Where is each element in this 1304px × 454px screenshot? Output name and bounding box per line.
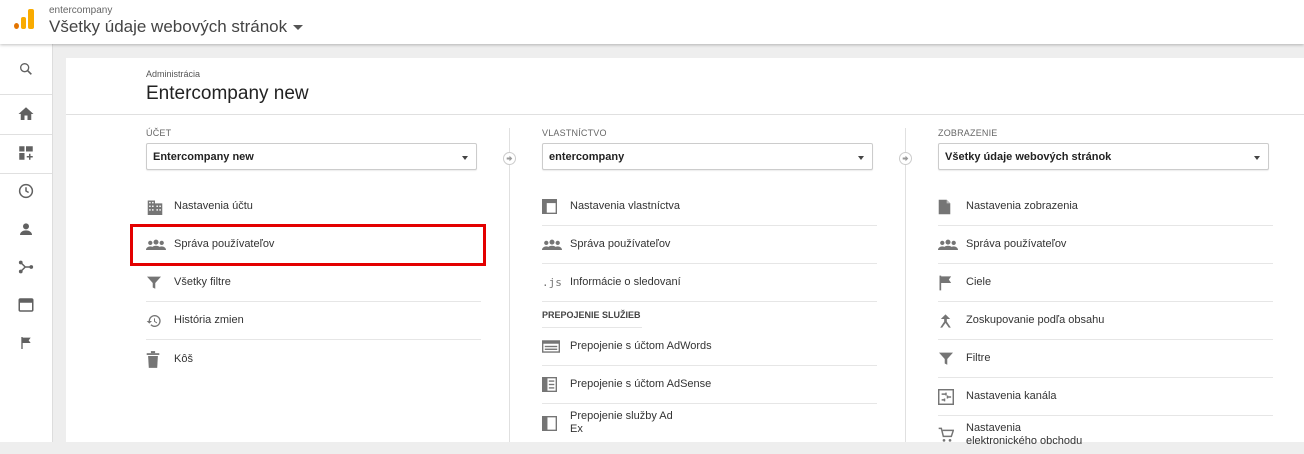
js-icon: .js (542, 276, 562, 289)
column-divider (905, 128, 906, 442)
account-select-value: Entercompany new (153, 151, 254, 163)
left-nav-rail (0, 44, 53, 442)
view-select[interactable]: Všetky údaje webových stránok (938, 143, 1269, 170)
goals-link[interactable]: Ciele (938, 264, 1273, 302)
view-selector[interactable]: Všetky údaje webových stránok (49, 17, 304, 37)
property-user-management-link[interactable]: Správa používateľov (542, 226, 877, 264)
property-column-label: VLASTNÍCTVO (542, 128, 607, 138)
goal-flag-icon (938, 275, 966, 291)
ecommerce-settings-label: Nastavenia elektronického obchodu (966, 422, 1083, 447)
view-settings-link[interactable]: Nastavenia zobrazenia (938, 188, 1273, 226)
chevron-down-icon (1254, 156, 1260, 160)
adsense-label: Prepojenie s účtom AdSense (570, 378, 712, 390)
content-grouping-icon (938, 313, 966, 329)
adwords-link[interactable]: Prepojenie s účtom AdWords (542, 328, 877, 366)
property-settings-icon (542, 199, 570, 214)
adsense-link[interactable]: Prepojenie s účtom AdSense (542, 366, 877, 404)
view-column-label: ZOBRAZENIE (938, 128, 998, 138)
account-column-label: ÚČET (146, 128, 172, 138)
ecommerce-settings-link[interactable]: Nastavenia elektronického obchodu (938, 416, 1273, 454)
search-icon[interactable] (0, 50, 52, 88)
account-settings-label: Nastavenia účtu (174, 200, 253, 212)
channel-settings-link[interactable]: Nastavenia kanála (938, 378, 1273, 416)
behavior-icon[interactable] (0, 286, 52, 324)
channel-settings-label: Nastavenia kanála (966, 390, 1057, 402)
account-select[interactable]: Entercompany new (146, 143, 477, 170)
property-user-management-label: Správa používateľov (570, 238, 671, 250)
cart-icon (938, 427, 966, 443)
trash-label: Kôš (174, 352, 193, 365)
property-column: VLASTNÍCTVO entercompany Nastavenia vlas… (542, 128, 882, 442)
adwords-icon (542, 340, 570, 353)
content-grouping-link[interactable]: Zoskupovanie podľa obsahu (938, 302, 1273, 340)
users-icon (938, 239, 966, 251)
tracking-info-link[interactable]: .js Informácie o sledovaní (542, 264, 877, 302)
tracking-info-label: Informácie o sledovaní (570, 276, 681, 288)
audience-person-icon[interactable] (0, 210, 52, 248)
account-settings-link[interactable]: Nastavenia účtu (146, 188, 481, 226)
property-settings-link[interactable]: Nastavenia vlastníctva (542, 188, 877, 226)
adexchange-icon (542, 415, 570, 431)
account-name: entercompany (49, 5, 113, 16)
chevron-down-icon (858, 156, 864, 160)
all-filters-label: Všetky filtre (174, 276, 231, 288)
view-settings-label: Nastavenia zobrazenia (966, 200, 1078, 212)
all-filters-link[interactable]: Všetky filtre (146, 264, 481, 302)
view-user-management-link[interactable]: Správa používateľov (938, 226, 1273, 264)
view-filters-label: Filtre (966, 352, 991, 364)
adexchange-link[interactable]: Prepojenie služby Ad Ex (542, 404, 877, 442)
conversions-flag-icon[interactable] (0, 324, 52, 362)
arrow-right-icon (899, 152, 912, 165)
change-history-link[interactable]: História zmien (146, 302, 481, 340)
breadcrumb[interactable]: Administrácia (146, 69, 200, 79)
channel-settings-icon (938, 388, 966, 405)
chevron-down-icon (462, 156, 468, 160)
change-history-label: História zmien (174, 314, 244, 326)
property-settings-label: Nastavenia vlastníctva (570, 200, 681, 212)
goals-label: Ciele (966, 276, 992, 288)
view-select-value: Všetky údaje webových stránok (945, 151, 1112, 163)
history-icon (146, 313, 174, 329)
property-select-value: entercompany (549, 151, 625, 163)
home-icon[interactable] (0, 95, 52, 133)
filter-icon (146, 276, 174, 290)
arrow-right-icon (503, 152, 516, 165)
top-bar: entercompany Všetky údaje webových strán… (0, 0, 1304, 44)
realtime-clock-icon[interactable] (0, 172, 52, 210)
adexchange-label: Prepojenie služby Ad Ex (570, 410, 673, 435)
users-icon (542, 239, 570, 251)
trash-link[interactable]: Kôš (146, 340, 481, 378)
view-column: ZOBRAZENIE Všetky údaje webových stránok… (938, 128, 1278, 454)
header-divider (66, 114, 1304, 115)
view-selector-label: Všetky údaje webových stránok (49, 17, 288, 36)
document-icon (938, 199, 966, 215)
content-grouping-label: Zoskupovanie podľa obsahu (966, 314, 1105, 326)
acquisition-icon[interactable] (0, 248, 52, 286)
customization-icon[interactable] (0, 134, 52, 172)
view-user-management-label: Správa používateľov (966, 238, 1067, 250)
page-title: Entercompany new (146, 83, 309, 104)
adsense-icon (542, 377, 570, 392)
trash-icon (146, 350, 174, 368)
property-select[interactable]: entercompany (542, 143, 873, 170)
highlight-box (130, 224, 486, 266)
column-divider (509, 128, 510, 442)
view-filters-link[interactable]: Filtre (938, 340, 1273, 378)
building-icon (146, 199, 174, 215)
adwords-label: Prepojenie s účtom AdWords (570, 340, 712, 352)
filter-icon (938, 352, 966, 366)
analytics-logo[interactable] (14, 9, 34, 29)
section-header-service-links: PREPOJENIE SLUŽIEB (542, 302, 642, 328)
caret-down-icon (293, 25, 304, 31)
